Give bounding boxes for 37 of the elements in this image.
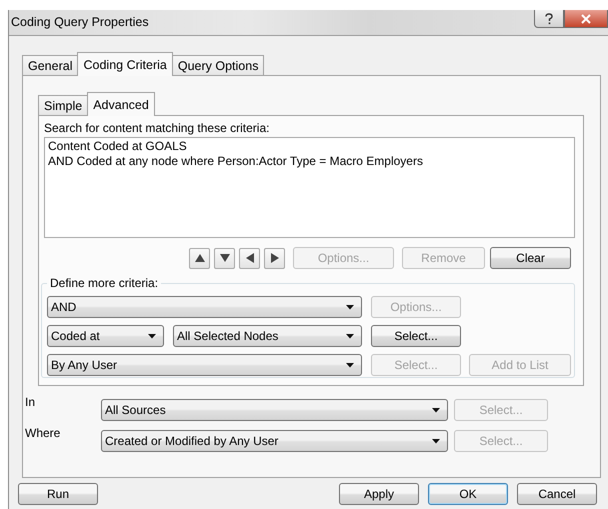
dropdown[interactable]: All Selected Nodes (173, 325, 362, 347)
button[interactable]: Select... (371, 325, 461, 347)
button[interactable]: Clear (490, 247, 571, 269)
tab[interactable]: Query Options (172, 55, 264, 75)
group-label: Define more criteria: (47, 276, 162, 290)
dropdown-arrow-icon (432, 408, 440, 412)
button[interactable]: OK (428, 483, 508, 505)
dropdown-arrow-icon (432, 438, 440, 444)
dropdown[interactable]: By Any User (47, 354, 362, 376)
window-title: Coding Query Properties (10, 14, 149, 29)
help-button[interactable] (534, 10, 564, 28)
tab[interactable]: General (22, 55, 78, 75)
tab[interactable]: Coding Criteria (77, 52, 173, 76)
move-button[interactable] (214, 248, 235, 268)
close-icon (580, 14, 592, 24)
move-button[interactable] (239, 248, 260, 268)
help-icon (544, 12, 554, 24)
criteria-label: Search for content matching these criteria: (44, 121, 270, 137)
dropdown[interactable]: All Sources (101, 399, 448, 421)
dropdown-arrow-icon (148, 334, 156, 338)
dropdown[interactable]: AND (47, 296, 362, 318)
button[interactable]: Cancel (517, 483, 597, 505)
move-button[interactable] (189, 248, 210, 268)
dropdown-arrow-icon (346, 334, 354, 338)
field-label: In (24, 395, 36, 409)
dropdown[interactable]: Created or Modified by Any User (101, 430, 448, 452)
button[interactable]: Run (18, 483, 98, 505)
tab[interactable]: Simple (38, 95, 88, 115)
field-label: Where (24, 426, 62, 440)
dropdown-arrow-icon (346, 362, 354, 368)
criteria-text-area[interactable]: Content Coded at GOALS AND Coded at any node where Person:Actor Type = Macro Employers (44, 137, 575, 238)
close-button[interactable] (564, 10, 608, 28)
move-button[interactable] (264, 248, 285, 268)
tab[interactable]: Advanced (87, 92, 155, 116)
dropdown[interactable]: Coded at (47, 325, 164, 347)
dropdown-arrow-icon (346, 304, 354, 310)
button[interactable]: Apply (339, 483, 419, 505)
